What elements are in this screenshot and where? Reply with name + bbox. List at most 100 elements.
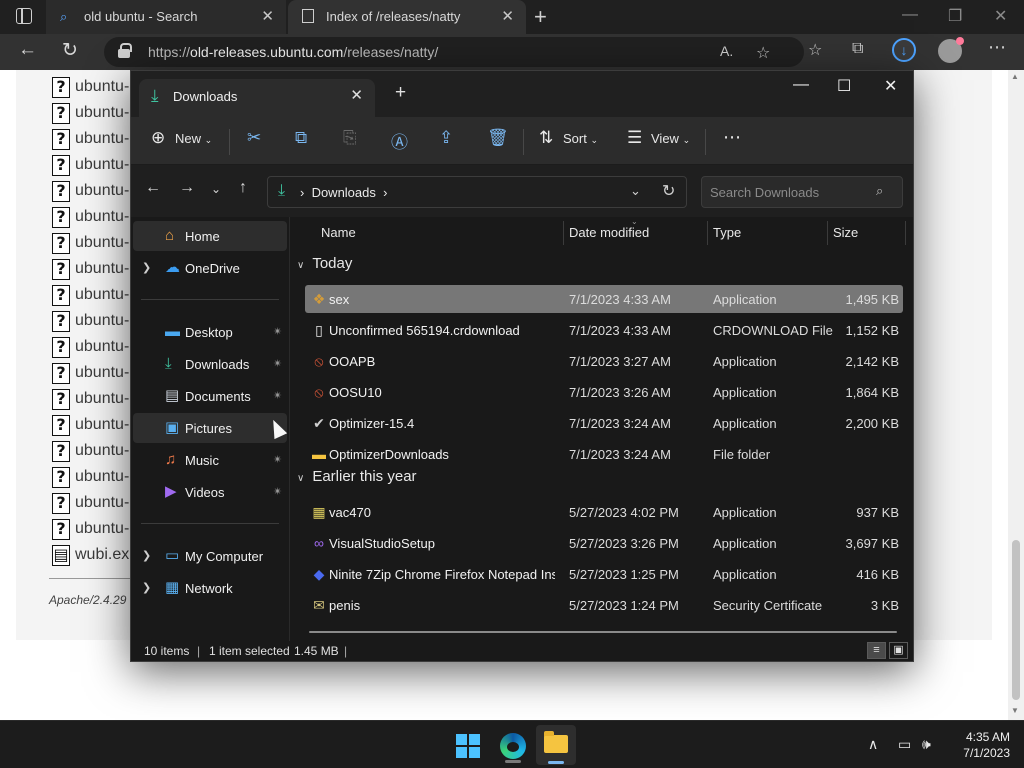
forward-icon[interactable]: → [179, 179, 195, 197]
show-hidden-icons-icon[interactable]: ∧ [868, 736, 878, 753]
view-button[interactable]: View ⌄ [651, 131, 690, 146]
directory-entry-link[interactable]: wubi.ex [75, 546, 129, 564]
new-tab-button[interactable]: + [534, 4, 547, 30]
refresh-icon[interactable]: ↻ [662, 181, 675, 201]
back-icon[interactable]: ← [18, 39, 37, 61]
column-divider[interactable] [905, 221, 906, 245]
directory-entry-link[interactable]: ubuntu- [75, 286, 129, 304]
column-header-date[interactable]: Date modified [569, 225, 649, 240]
column-divider[interactable] [827, 221, 828, 245]
directory-entry-link[interactable]: ubuntu- [75, 78, 129, 96]
sidebar-item-downloads[interactable]: ⤓ Downloads ✴ [133, 349, 287, 379]
minimize-icon[interactable]: — [793, 76, 809, 94]
directory-entry-link[interactable]: ubuntu- [75, 260, 129, 278]
chevron-right-icon[interactable]: ❯ [142, 581, 151, 594]
copy-icon[interactable]: ⧉ [295, 128, 307, 148]
file-row[interactable]: ⦸ OOSU10 7/1/2023 3:26 AM Application 1,864 … [305, 378, 903, 406]
browser-tab-search[interactable]: ⌕ old ubuntu - Search ✕ [46, 0, 286, 34]
file-row[interactable]: ✔ Optimizer-15.4 7/1/2023 3:24 AM Applicati… [305, 409, 903, 437]
profile-avatar[interactable] [938, 37, 964, 63]
column-header-name[interactable]: Name [321, 225, 356, 240]
directory-entry-link[interactable]: ubuntu- [75, 312, 129, 330]
close-tab-icon[interactable]: ✕ [501, 7, 514, 25]
directory-entry-link[interactable]: ubuntu- [75, 442, 129, 460]
sidebar-item-home[interactable]: ⌂ Home [133, 221, 287, 251]
directory-entry-link[interactable]: ubuntu- [75, 520, 129, 538]
minimize-icon[interactable]: — [902, 6, 918, 24]
column-divider[interactable] [563, 221, 564, 245]
pin-icon[interactable]: ✴ [273, 325, 282, 338]
share-icon[interactable]: ⇪ [439, 128, 453, 148]
up-icon[interactable]: ↑ [239, 179, 247, 197]
file-row[interactable]: ▦ vac470 5/27/2023 4:02 PM Application 937 K… [305, 498, 903, 526]
clock[interactable]: 4:35 AM 7/1/2023 [940, 729, 1010, 761]
file-row[interactable]: ▯ Unconfirmed 565194.crdownload 7/1/2023 4… [305, 316, 903, 344]
group-header-earlier[interactable]: ∨ Earlier this year [297, 468, 417, 485]
file-row[interactable]: ⦸ OOAPB 7/1/2023 3:27 AM Application 2,142 K… [305, 347, 903, 375]
file-row[interactable]: ✉ penis 5/27/2023 1:24 PM Security Certific… [305, 591, 903, 619]
restore-icon[interactable]: ❐ [948, 6, 962, 26]
volume-icon[interactable]: 🕪 [922, 736, 931, 753]
directory-entry-link[interactable]: ubuntu- [75, 156, 129, 174]
page-scrollbar[interactable]: ▲ ▼ [1008, 70, 1024, 720]
scroll-up-icon[interactable]: ▲ [1011, 72, 1019, 81]
read-aloud-icon[interactable]: A. [720, 43, 733, 59]
directory-entry-link[interactable]: ubuntu- [75, 338, 129, 356]
explorer-tab-downloads[interactable]: ⤓ Downloads ✕ [139, 79, 375, 117]
breadcrumb[interactable]: ⤓ › Downloads › ⌄ ↻ [267, 176, 687, 208]
recent-locations-icon[interactable]: ⌄ [211, 182, 221, 196]
sidebar-item-desktop[interactable]: ▬ Desktop ✴ [133, 317, 287, 347]
delete-icon[interactable]: 🗑 [487, 128, 509, 148]
lock-icon[interactable] [118, 43, 132, 58]
directory-entry-link[interactable]: ubuntu- [75, 364, 129, 382]
tiles-view-icon[interactable]: ▣ [889, 642, 908, 659]
new-tab-button[interactable]: + [395, 82, 406, 104]
pane-splitter[interactable] [289, 217, 290, 641]
scrollbar-thumb[interactable] [1012, 540, 1020, 700]
pin-icon[interactable]: ✴ [273, 357, 282, 370]
see-more-icon[interactable]: ⋯ [723, 127, 741, 148]
directory-entry-link[interactable]: ubuntu- [75, 208, 129, 226]
pin-icon[interactable]: ✴ [273, 453, 282, 466]
sidebar-item-onedrive[interactable]: ❯ ☁ OneDrive [133, 253, 287, 283]
tab-actions-icon[interactable] [16, 8, 32, 24]
downloads-icon[interactable]: ↓ [892, 38, 916, 62]
sidebar-item-my-computer[interactable]: ❯ ▭ My Computer [133, 541, 287, 571]
column-header-size[interactable]: Size [833, 225, 858, 240]
sidebar-item-music[interactable]: ♫ Music ✴ [133, 445, 287, 475]
chevron-down-icon[interactable]: ⌄ [630, 183, 641, 199]
details-view-icon[interactable]: ≡ [867, 642, 886, 659]
pin-icon[interactable]: ✴ [273, 389, 282, 402]
directory-entry-link[interactable]: ubuntu- [75, 182, 129, 200]
network-icon[interactable]: ▭ [898, 736, 911, 753]
directory-entry-link[interactable]: ubuntu- [75, 130, 129, 148]
file-row[interactable]: ◆ Ninite 7Zip Chrome Firefox Notepad Inst… [305, 560, 903, 588]
pin-icon[interactable]: ✴ [273, 485, 282, 498]
add-favorite-icon[interactable]: ☆ [756, 43, 770, 63]
new-button[interactable]: New ⌄ [175, 131, 212, 146]
chevron-right-icon[interactable]: ❯ [142, 549, 151, 562]
file-row[interactable]: ❖ sex 7/1/2023 4:33 AM Application 1,495 KB [305, 285, 903, 313]
horizontal-scrollbar[interactable] [309, 631, 897, 633]
paste-icon[interactable]: ⎘ [343, 128, 357, 148]
url-text[interactable]: https://old-releases.ubuntu.com/releases… [148, 44, 438, 60]
scroll-down-icon[interactable]: ▼ [1011, 706, 1019, 715]
browser-tab-index[interactable]: Index of /releases/natty ✕ [288, 0, 526, 34]
breadcrumb-text[interactable]: › Downloads › [300, 185, 387, 200]
column-header-type[interactable]: Type [713, 225, 741, 240]
directory-entry-link[interactable]: ubuntu- [75, 494, 129, 512]
url-bar[interactable]: https://old-releases.ubuntu.com/releases… [104, 37, 804, 67]
directory-entry-link[interactable]: ubuntu- [75, 468, 129, 486]
rename-icon[interactable]: Ⓐ [391, 128, 408, 153]
sidebar-item-documents[interactable]: ▤ Documents ✴ [133, 381, 287, 411]
group-header-today[interactable]: ∨ Today [297, 255, 352, 272]
file-row[interactable]: ∞ VisualStudioSetup 5/27/2023 3:26 PM Appli… [305, 529, 903, 557]
search-box[interactable]: ⌕ [701, 176, 903, 208]
directory-entry-link[interactable]: ubuntu- [75, 390, 129, 408]
directory-entry-link[interactable]: ubuntu- [75, 104, 129, 122]
close-window-icon[interactable]: ✕ [884, 76, 897, 96]
file-row[interactable]: ▬ OptimizerDownloads 7/1/2023 3:24 AM File … [305, 440, 903, 468]
sidebar-item-videos[interactable]: ▶ Videos ✴ [133, 477, 287, 507]
close-tab-icon[interactable]: ✕ [261, 7, 274, 25]
favorites-icon[interactable]: ☆ [808, 40, 822, 60]
